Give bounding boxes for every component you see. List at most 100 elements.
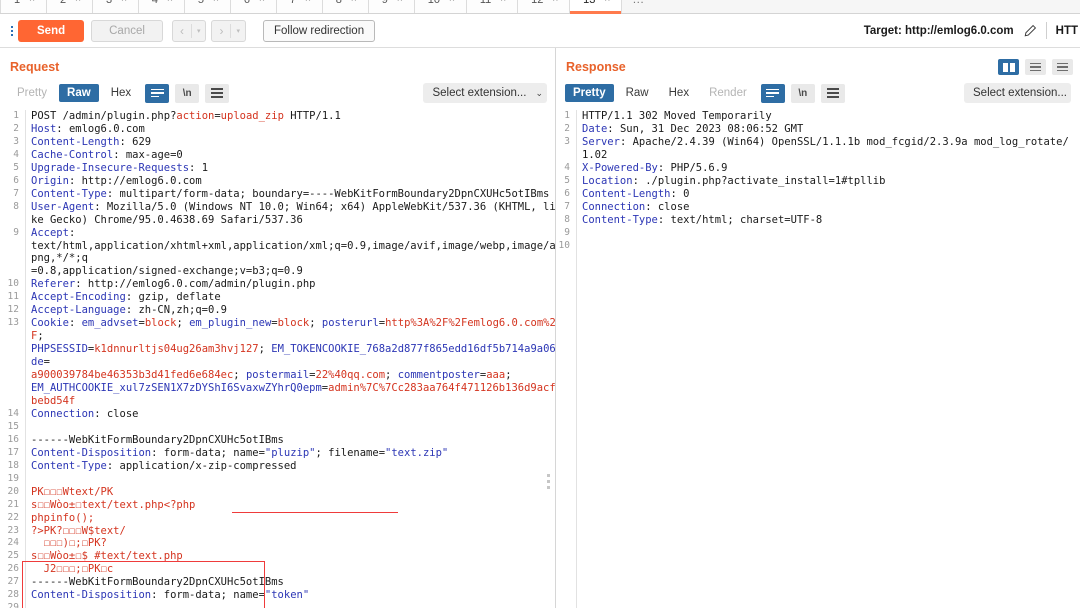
line-number: 5 (13, 161, 19, 173)
repeater-tab-label: 7 (290, 0, 296, 6)
close-icon[interactable]: × (552, 0, 558, 5)
line-text: Upgrade-Insecure-Requests: 1 (31, 161, 209, 174)
close-icon[interactable]: × (397, 0, 403, 5)
line-number: 2 (13, 122, 19, 134)
line-text: Connection: close (582, 200, 690, 213)
tab-overflow-button[interactable]: … (622, 0, 655, 13)
response-pane: Response Pretty Raw Hex Render \n Select… (556, 48, 1079, 608)
layout-extra-icon[interactable] (1052, 59, 1073, 75)
code-line: 25 s☐☐Wòo±☐$ #text/text.php (0, 550, 556, 563)
code-line: 2 Date: Sun, 31 Dec 2023 08:06:52 GMT (556, 123, 1079, 136)
line-number: 4 (13, 148, 19, 160)
close-icon[interactable]: × (449, 0, 455, 5)
line-text: Content-Disposition: form-data; name="to… (31, 589, 310, 602)
request-title: Request (10, 60, 60, 74)
line-text: ------WebKitFormBoundary2DpnCXUHc5otIBms (31, 576, 284, 589)
line-number: 15 (7, 420, 19, 432)
line-number: 12 (7, 304, 19, 316)
chevron-down-icon: ▾ (196, 27, 201, 35)
code-line: 4 Cache-Control: max-age=0 (0, 149, 556, 162)
forward-button[interactable]: › ▾ (211, 19, 246, 42)
line-number: 10 (558, 239, 570, 251)
line-number: 10 (7, 278, 19, 290)
close-icon[interactable]: × (500, 0, 506, 5)
code-line: 5 Upgrade-Insecure-Requests: 1 (0, 162, 556, 175)
close-icon[interactable]: × (213, 0, 219, 5)
repeater-tab[interactable]: 9 × (368, 0, 415, 13)
request-view-toolbar: Pretty Raw Hex \n Select extension... ⌄ (0, 83, 555, 110)
hamburger-icon[interactable] (205, 83, 230, 103)
line-number: 6 (13, 174, 19, 186)
select-extension-dropdown[interactable]: Select extension... (964, 83, 1071, 103)
show-newlines-icon[interactable]: \n (790, 83, 815, 103)
chevron-right-icon: › (219, 23, 224, 38)
pencil-icon[interactable] (1023, 24, 1037, 38)
pane-splitter-handle[interactable] (547, 474, 550, 489)
close-icon[interactable]: × (29, 0, 35, 5)
select-extension-dropdown[interactable]: Select extension... ⌄ (423, 83, 547, 103)
annotation-underline (232, 512, 398, 514)
code-line: 1 POST /admin/plugin.php?action=upload_zi… (0, 110, 556, 123)
line-text: Content-Type: text/html; charset=UTF-8 (582, 213, 823, 226)
repeater-tab-label: 4 (152, 0, 158, 6)
code-line: 28 Content-Disposition: form-data; name="… (0, 589, 556, 602)
close-icon[interactable]: × (259, 0, 265, 5)
follow-redirection-button[interactable]: Follow redirection (262, 19, 376, 42)
word-wrap-icon[interactable] (760, 83, 785, 103)
tab-pretty[interactable]: Pretty (565, 84, 614, 102)
repeater-tab[interactable]: 4 × (138, 0, 185, 13)
repeater-tab-label: 3 (106, 0, 112, 6)
repeater-tab[interactable]: 2 × (46, 0, 93, 13)
tab-raw[interactable]: Raw (59, 84, 99, 102)
code-line: 17 Content-Disposition: form-data; name="… (0, 447, 556, 460)
repeater-tab[interactable]: 5 × (184, 0, 231, 13)
repeater-tab-strip[interactable]: 1 × 2 × 3 × 4 × 5 × 6 × 7 × 8 × 9 × 10 ×… (0, 0, 1080, 14)
tab-hex[interactable]: Hex (661, 84, 697, 102)
code-line: 24 ☐☐☐)☐;☐PK? (0, 537, 556, 550)
repeater-tab[interactable]: 8 × (322, 0, 369, 13)
code-line: 10 (556, 240, 1079, 253)
line-text: ?>PK?☐☐☐W$text/ (31, 524, 126, 537)
code-line: 22 phpinfo(); (0, 512, 556, 525)
code-line: 11 Accept-Encoding: gzip, deflate (0, 291, 556, 304)
drag-handle-icon[interactable] (8, 20, 16, 42)
close-icon[interactable]: × (604, 0, 610, 5)
send-button[interactable]: Send (18, 19, 85, 42)
close-icon[interactable]: × (167, 0, 173, 5)
tab-pretty[interactable]: Pretty (9, 84, 55, 102)
code-line: 4 X-Powered-By: PHP/5.6.9 (556, 162, 1079, 175)
stacked-rows-icon[interactable] (1025, 59, 1046, 75)
repeater-tab[interactable]: 11 × (466, 0, 519, 13)
code-line: 8 User-Agent: Mozilla/5.0 (Windows NT 10.… (0, 201, 556, 227)
line-number: 6 (564, 187, 570, 199)
close-icon[interactable]: × (75, 0, 81, 5)
code-line: 6 Origin: http://emlog6.0.com (0, 175, 556, 188)
target-label: Target: http://emlog6.0.com (863, 24, 1014, 37)
line-number: 9 (13, 226, 19, 238)
line-number: 16 (7, 433, 19, 445)
tab-hex[interactable]: Hex (103, 84, 139, 102)
line-number: 21 (7, 498, 19, 510)
show-newlines-icon[interactable]: \n (175, 83, 200, 103)
repeater-tab[interactable]: 1 × (0, 0, 47, 13)
repeater-tab[interactable]: 7 × (276, 0, 323, 13)
back-button[interactable]: ‹ ▾ (171, 19, 207, 42)
repeater-tab[interactable]: 10 × (414, 0, 467, 13)
repeater-tab[interactable]: 3 × (92, 0, 139, 13)
repeater-tab[interactable]: 12 × (518, 0, 571, 13)
line-number: 24 (7, 537, 19, 549)
close-icon[interactable]: × (121, 0, 127, 5)
close-icon[interactable]: × (305, 0, 311, 5)
hamburger-icon[interactable] (820, 83, 845, 103)
response-editor[interactable]: 1 HTTP/1.1 302 Moved Temporarily 2 Date: Su… (556, 110, 1079, 608)
word-wrap-icon[interactable] (145, 83, 170, 103)
split-pane-icon[interactable] (998, 59, 1019, 75)
tab-raw[interactable]: Raw (618, 84, 657, 102)
repeater-tab[interactable]: 6 × (230, 0, 277, 13)
close-icon[interactable]: × (351, 0, 357, 5)
request-editor[interactable]: 1 POST /admin/plugin.php?action=upload_zi… (0, 110, 556, 608)
line-text: Origin: http://emlog6.0.com (31, 174, 202, 187)
code-line: 14 Connection: close (0, 408, 556, 421)
repeater-tab-selected[interactable]: 13 × (570, 0, 623, 14)
line-number: 25 (7, 550, 19, 562)
